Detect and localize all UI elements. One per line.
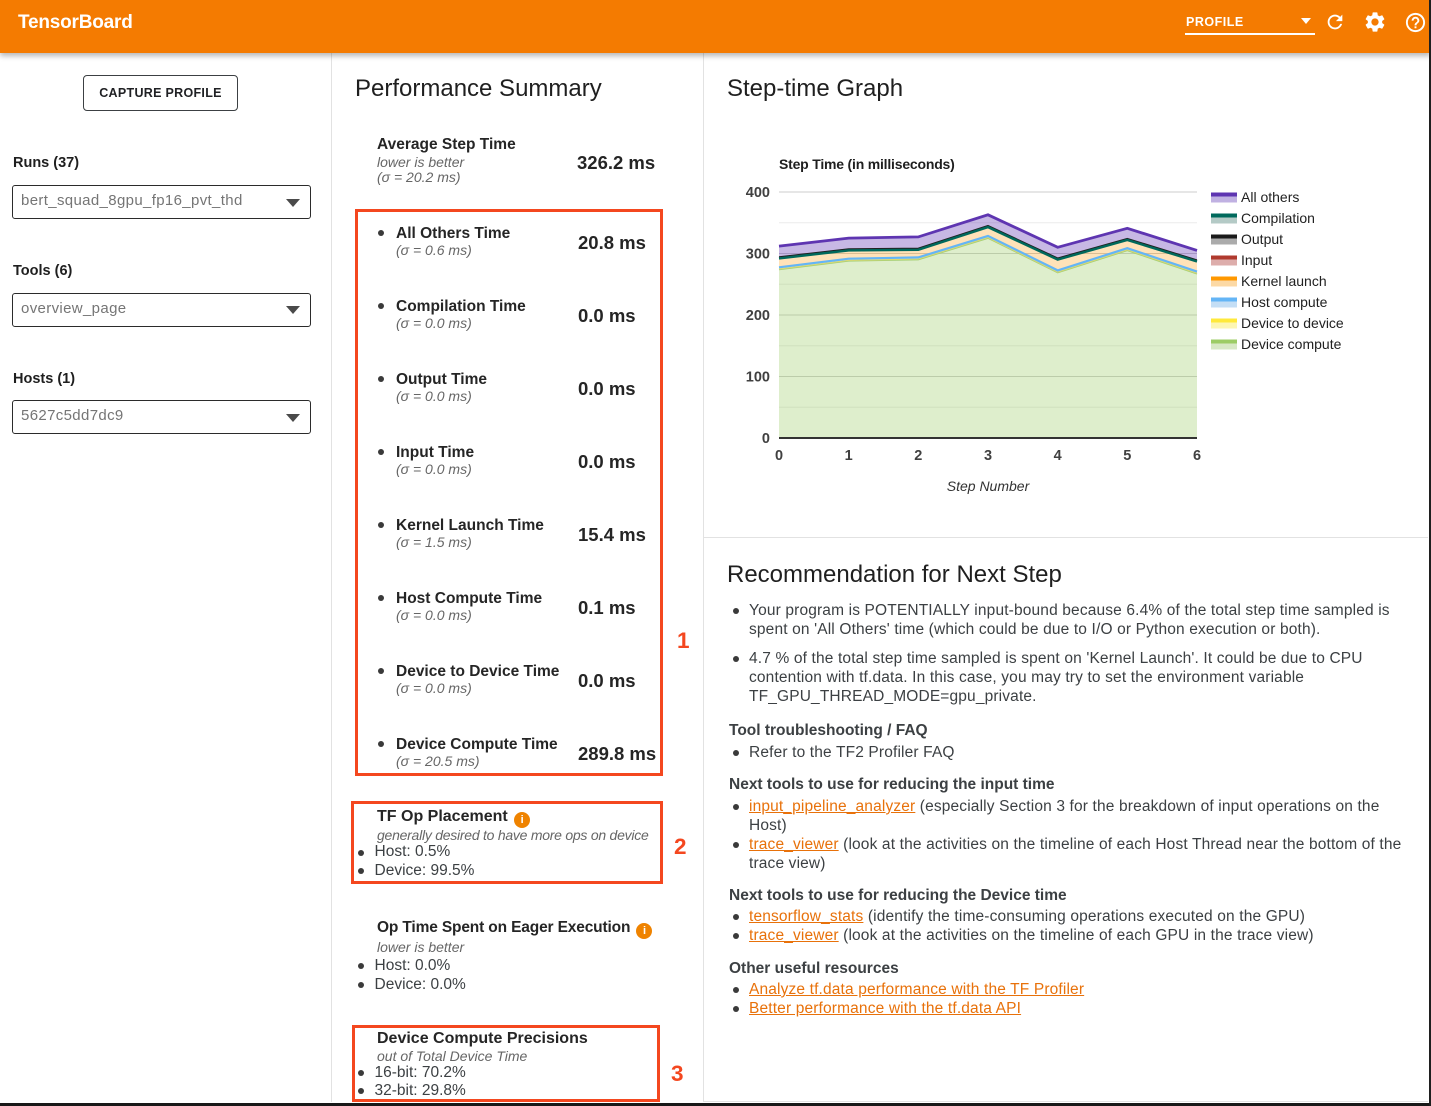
svg-text:200: 200 [746, 308, 770, 324]
svg-text:300: 300 [746, 247, 770, 263]
svg-text:Device compute: Device compute [1241, 336, 1342, 352]
svg-text:Input: Input [1241, 252, 1272, 268]
svg-text:0: 0 [775, 448, 783, 464]
svg-text:4: 4 [1054, 448, 1062, 464]
svg-text:100: 100 [746, 370, 770, 386]
svg-text:5: 5 [1123, 448, 1131, 464]
svg-text:400: 400 [746, 185, 770, 201]
svg-text:6: 6 [1193, 448, 1201, 464]
svg-text:2: 2 [914, 448, 922, 464]
svg-text:Compilation: Compilation [1241, 210, 1315, 226]
svg-text:Device to device: Device to device [1241, 315, 1344, 331]
svg-text:Host compute: Host compute [1241, 294, 1328, 310]
svg-text:Kernel launch: Kernel launch [1241, 273, 1327, 289]
svg-text:All others: All others [1241, 189, 1299, 205]
svg-text:3: 3 [984, 448, 992, 464]
svg-text:Step Time (in milliseconds): Step Time (in milliseconds) [779, 156, 955, 172]
svg-text:Output: Output [1241, 231, 1283, 247]
svg-text:Step Number: Step Number [947, 478, 1031, 494]
svg-text:0: 0 [762, 431, 770, 447]
svg-text:1: 1 [845, 448, 853, 464]
